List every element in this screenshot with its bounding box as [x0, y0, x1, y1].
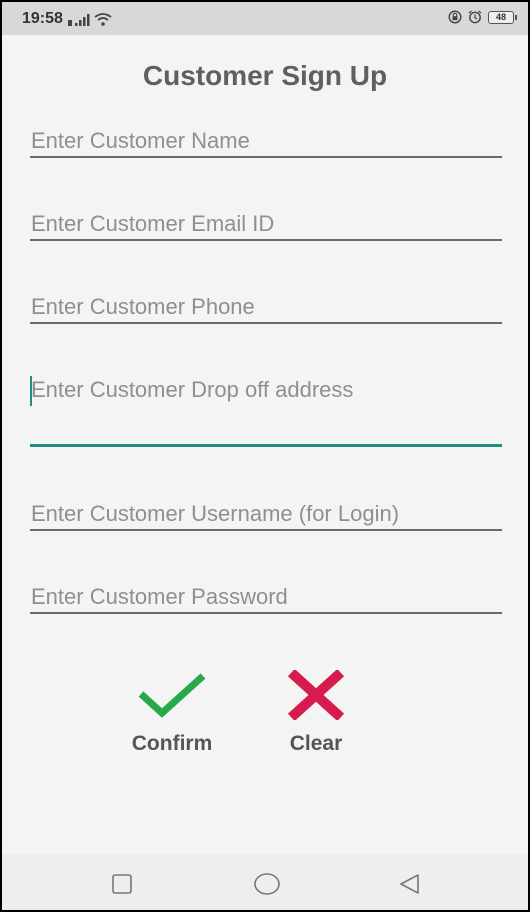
recents-square-icon[interactable]	[109, 872, 135, 896]
network-type-icon	[68, 20, 72, 26]
customer-password-field[interactable]	[30, 584, 502, 616]
status-bar: 19:58 48	[2, 2, 528, 35]
customer-phone-field[interactable]	[30, 294, 502, 326]
customer-name-input[interactable]	[30, 128, 502, 154]
customer-username-input[interactable]	[30, 501, 502, 527]
app-screen: 19:58 48 Customer Sign Up Enter Customer…	[2, 2, 528, 910]
customer-password-input[interactable]	[30, 584, 502, 610]
text-cursor	[30, 376, 32, 406]
status-time: 19:58	[22, 10, 63, 27]
confirm-button[interactable]: Confirm	[114, 670, 230, 756]
system-nav-bar	[2, 854, 528, 910]
signal-icons	[68, 12, 112, 26]
customer-username-underline	[30, 529, 502, 531]
clear-button[interactable]: Clear	[264, 670, 368, 756]
confirm-label: Confirm	[131, 732, 213, 755]
clear-label: Clear	[289, 732, 343, 755]
customer-address-underline	[30, 444, 502, 447]
battery-icon: 48	[488, 10, 517, 24]
alarm-icon	[468, 10, 482, 24]
customer-phone-input[interactable]	[30, 294, 502, 320]
customer-email-field[interactable]	[30, 211, 502, 243]
wifi-icon	[94, 13, 112, 26]
page-title: Customer Sign Up	[142, 60, 388, 91]
cell-signal-icon	[75, 14, 90, 26]
customer-address-field[interactable]	[30, 372, 502, 452]
customer-address-input[interactable]	[30, 372, 502, 438]
customer-name-underline	[30, 156, 502, 158]
customer-phone-underline	[30, 322, 502, 324]
status-right-icons: 48	[448, 10, 517, 24]
customer-name-field[interactable]	[30, 128, 502, 160]
customer-email-input[interactable]	[30, 211, 502, 237]
home-circle-icon[interactable]	[252, 872, 282, 896]
cross-icon	[287, 670, 345, 720]
back-triangle-icon[interactable]	[397, 872, 423, 896]
customer-username-field[interactable]	[30, 501, 502, 533]
rotation-lock-icon	[448, 10, 462, 24]
customer-email-underline	[30, 239, 502, 241]
customer-password-underline	[30, 612, 502, 614]
check-icon	[138, 673, 206, 718]
